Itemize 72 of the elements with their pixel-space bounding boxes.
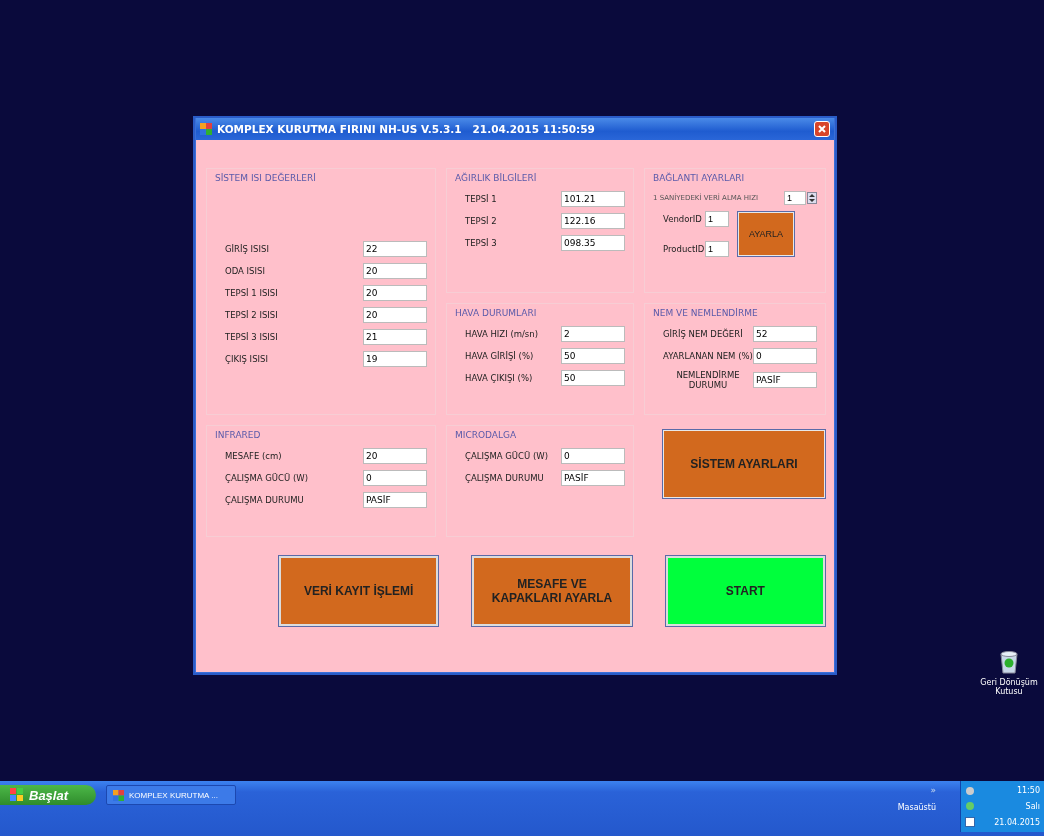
recycle-bin-icon[interactable] (998, 650, 1020, 674)
field-label: GİRİŞ NEM DEĞERİ (663, 329, 743, 339)
field-label: HAVA GİRİŞİ (%) (465, 351, 534, 361)
value-field[interactable]: 52 (753, 326, 817, 342)
group-title: AĞIRLIK BİLGİLERİ (455, 173, 538, 183)
spinner-arrows-icon[interactable] (807, 192, 817, 204)
toolbar-chevron[interactable]: » (930, 785, 936, 795)
field-label: TEPSİ 2 ISISI (225, 310, 278, 320)
system-settings-button[interactable]: SİSTEM AYARLARI (662, 429, 826, 499)
value-field[interactable]: 21 (363, 329, 427, 345)
apply-button[interactable]: AYARLA (737, 211, 795, 257)
value-field[interactable]: 22 (363, 241, 427, 257)
field-label: TEPSİ 1 (465, 194, 497, 204)
group-title: MICRODALGA (455, 430, 518, 440)
field-label: ÇALIŞMA GÜCÜ (W) (465, 451, 548, 461)
value-field[interactable]: PASİF (753, 372, 817, 388)
group-title: BAĞLANTI AYARLARI (653, 173, 746, 183)
field-label: GİRİŞ ISISI (225, 244, 269, 254)
rate-spinner-field[interactable]: 1 (784, 191, 806, 205)
group-title: HAVA DURUMLARI (455, 308, 538, 318)
field-label: TEPSİ 3 (465, 238, 497, 248)
field-label: ProductID (663, 244, 705, 254)
app-icon (113, 789, 124, 801)
app-icon (200, 123, 212, 135)
value-field[interactable]: 0 (753, 348, 817, 364)
value-field[interactable]: PASİF (363, 492, 427, 508)
value-field[interactable]: 0 (561, 448, 625, 464)
field-label: AYARLANAN NEM (%) (663, 351, 753, 361)
value-field[interactable]: 101.21 (561, 191, 625, 207)
group-title: NEM VE NEMLENDİRME (653, 308, 759, 318)
value-field[interactable]: 50 (561, 348, 625, 364)
action-button[interactable]: VERİ KAYIT İŞLEMİ (278, 555, 440, 627)
desktop-toolbar-label[interactable]: Masaüstü (897, 803, 936, 812)
value-field[interactable]: 122.16 (561, 213, 625, 229)
field-label: HAVA ÇIKIŞI (%) (465, 373, 533, 383)
close-icon (817, 124, 827, 134)
group-title: INFRARED (215, 430, 262, 440)
action-button[interactable]: START (664, 555, 826, 627)
value-field[interactable]: 0 (363, 470, 427, 486)
value-field[interactable]: 50 (561, 370, 625, 386)
windows-flag-icon (10, 788, 24, 802)
value-field[interactable]: 098.35 (561, 235, 625, 251)
field-label: ÇALIŞMA DURUMU (465, 473, 544, 483)
taskbar-task[interactable]: KOMPLEX KURUTMA ... (106, 785, 236, 805)
action-button[interactable]: MESAFE VE KAPAKLARI AYARLA (471, 555, 633, 627)
value-field[interactable]: 20 (363, 448, 427, 464)
field-label: HAVA HIZI (m/sn) (465, 329, 538, 339)
group-title: SİSTEM ISI DEĞERLERİ (215, 173, 317, 183)
field-label: VendorID (663, 214, 702, 224)
field-label: ÇIKIŞ ISISI (225, 354, 268, 364)
desktop-icon-label[interactable]: Geri Dönüşüm Kutusu (978, 678, 1040, 696)
value-field[interactable]: 20 (363, 285, 427, 301)
value-field[interactable]: 1 (705, 241, 729, 257)
clock-date: 21.04.2015 (993, 817, 1040, 827)
field-label: TEPSİ 2 (465, 216, 497, 226)
value-field[interactable]: 20 (363, 263, 427, 279)
value-field[interactable]: PASİF (561, 470, 625, 486)
field-label: ÇALIŞMA GÜCÜ (W) (225, 473, 308, 483)
clock-day: Salı (983, 802, 1040, 811)
field-label: ODA ISISI (225, 266, 265, 276)
value-field[interactable]: 2 (561, 326, 625, 342)
value-field[interactable]: 20 (363, 307, 427, 323)
field-label: TEPSİ 3 ISISI (225, 332, 278, 342)
value-field[interactable]: 1 (705, 211, 729, 227)
field-label: ÇALIŞMA DURUMU (225, 495, 304, 505)
window-title: KOMPLEX KURUTMA FIRINI NH-US V.5.3.1 21.04.2015 11:50:59 (217, 123, 596, 135)
value-field[interactable]: 19 (363, 351, 427, 367)
field-label: NEMLENDİRME DURUMU (675, 370, 741, 390)
field-label: MESAFE (cm) (225, 451, 282, 461)
clock-time: 11:50 (1015, 786, 1040, 796)
field-label: TEPSİ 1 ISISI (225, 288, 278, 298)
close-button[interactable] (814, 121, 830, 137)
